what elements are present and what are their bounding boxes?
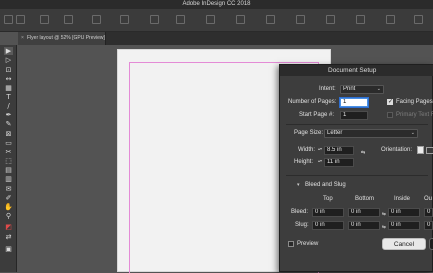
text-wrap-icon[interactable] [296,15,305,24]
document-tab[interactable]: × Flyer layout @ 52% [GPU Preview] [18,32,106,45]
column-outside-label: Ou [424,196,433,202]
column-top-label: Top [323,196,333,202]
x-position-icon[interactable] [16,15,25,24]
scissors-tool-icon[interactable]: ✂ [4,148,13,156]
height-stepper-icon[interactable]: ▴▾ [318,159,322,166]
opacity-icon[interactable] [266,15,275,24]
bleed-inside-field[interactable]: 0 in [388,208,420,217]
title-bar: Adobe InDesign CC 2018 [0,0,433,9]
page-tool-icon[interactable]: ⊡ [4,66,13,74]
preview-checkbox[interactable] [288,241,294,247]
slug-inside-field[interactable]: 0 in [388,221,420,230]
document-tab-label: Flyer layout @ 52% [GPU Preview] [27,35,105,41]
dialog-title: Document Setup [328,67,377,74]
control-bar [0,9,433,32]
bleed-and-slug-label[interactable]: Bleed and Slug [305,181,346,189]
column-bottom-label: Bottom [355,196,375,202]
search-icon[interactable] [414,15,423,24]
number-of-pages-field[interactable]: 1 [340,98,368,107]
note-tool-icon[interactable]: ✉ [4,185,13,193]
facing-pages-label: Facing Pages [396,99,433,105]
slug-top-field[interactable]: 0 in [312,221,344,230]
intent-value: Print [343,86,356,92]
column-inside-label: Inside [394,196,411,202]
document-setup-dialog: Document Setup Intent: Print ⌄ Number of … [279,64,433,272]
gradient-feather-tool-icon[interactable]: ▥ [4,175,13,183]
scale-icon[interactable] [64,15,73,24]
dropdown-arrow-icon: ⌄ [410,130,415,136]
cancel-button[interactable]: Cancel [382,238,426,250]
start-page-label: Start Page #: [299,112,335,118]
width-stepper-icon[interactable]: ▴▾ [318,147,322,154]
direct-selection-tool-icon[interactable]: ▷ [4,56,13,64]
view-mode-icon[interactable]: ▣ [4,245,13,253]
gap-tool-icon[interactable]: ↔ [4,75,13,83]
height-label: Height: [294,159,314,165]
quick-apply-icon[interactable] [356,15,365,24]
width-field[interactable]: 8.5 in [324,146,354,155]
rectangle-tool-icon[interactable]: ▭ [4,139,13,147]
width-icon[interactable] [40,15,49,24]
workspace-icon[interactable] [386,15,395,24]
eyedropper-tool-icon[interactable]: ✐ [4,194,13,202]
dialog-title-bar[interactable]: Document Setup [280,65,433,76]
slug-label: Slug: [295,222,309,228]
type-tool-icon[interactable]: T [4,93,13,101]
number-of-pages-label: Number of Pages: [288,99,337,105]
page-size-label: Page Size: [294,130,324,136]
document-tab-bar: × Flyer layout @ 52% [GPU Preview] [18,32,433,45]
tools-panel: ▶ ▷ ⊡ ↔ ▦ T / ✒ ✎ ⊠ ▭ ✂ ⬚ ▤ ▥ ✉ ✐ ✋ ⚲ ◩ … [0,45,17,272]
divider [286,175,428,176]
primary-text-frame-checkbox [387,112,393,118]
fill-stroke-swatch-icon[interactable]: ◩ [4,223,13,231]
bleed-outside-field[interactable]: 0 [424,208,433,217]
portrait-orientation-icon[interactable] [417,146,424,154]
landscape-orientation-icon[interactable] [426,147,433,154]
width-label: Width: [298,147,316,153]
intent-select[interactable]: Print ⌄ [340,85,384,94]
hand-tool-icon[interactable]: ✋ [4,203,13,211]
stroke-icon[interactable] [176,15,185,24]
bleed-bottom-field[interactable]: 0 in [348,208,380,217]
content-collector-tool-icon[interactable]: ▦ [4,84,13,92]
rotate-icon[interactable] [92,15,101,24]
zoom-tool-icon[interactable]: ⚲ [4,212,13,220]
start-page-field[interactable]: 1 [340,111,368,120]
effects-icon[interactable] [236,15,245,24]
divider [286,124,428,125]
intent-label: Intent: [319,86,336,92]
ok-button[interactable] [429,238,433,250]
bleed-top-field[interactable]: 0 in [312,208,344,217]
app-title: Adobe InDesign CC 2018 [182,1,251,7]
orientation-label: Orientation: [381,147,413,153]
slug-outside-field[interactable]: 0 [424,221,433,230]
disclosure-triangle-icon[interactable]: ▾ [297,182,300,188]
dropdown-arrow-icon: ⌄ [376,86,381,92]
fill-icon[interactable] [150,15,159,24]
slug-link-icon[interactable]: ⇆ [382,223,386,231]
pen-tool-icon[interactable]: ✒ [4,111,13,119]
align-icon[interactable] [326,15,335,24]
primary-text-frame-label: Primary Text Fr [396,112,433,118]
swap-fill-stroke-icon[interactable]: ⇄ [4,233,13,241]
preview-label: Preview [297,241,319,247]
height-field[interactable]: 11 in [324,158,354,167]
stroke-weight-icon[interactable] [206,15,215,24]
page-size-select[interactable]: Letter ⌄ [324,129,418,138]
flip-icon[interactable] [120,15,129,24]
free-transform-tool-icon[interactable]: ⬚ [4,157,13,165]
facing-pages-checkbox[interactable]: ✓ [387,99,393,105]
link-dimensions-icon[interactable]: ⇆ [361,149,365,157]
bleed-link-icon[interactable]: ⇆ [382,210,386,218]
reference-point-icon[interactable] [4,15,13,24]
bleed-label: Bleed: [291,209,309,215]
slug-bottom-field[interactable]: 0 in [348,221,380,230]
pencil-tool-icon[interactable]: ✎ [4,120,13,128]
line-tool-icon[interactable]: / [4,102,13,110]
gradient-swatch-tool-icon[interactable]: ▤ [4,166,13,174]
selection-tool-icon[interactable]: ▶ [4,47,13,55]
rectangle-frame-tool-icon[interactable]: ⊠ [4,130,13,138]
page-size-value: Letter [327,130,343,136]
